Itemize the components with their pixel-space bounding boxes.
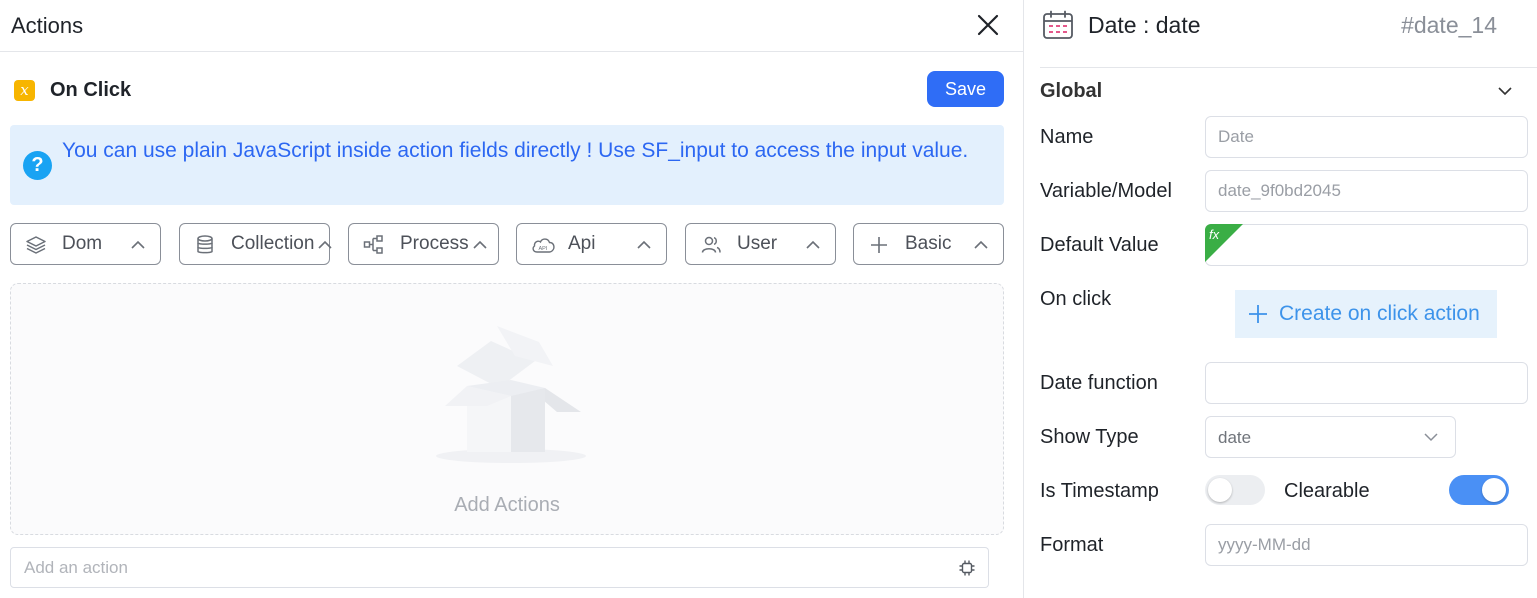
format-label: Format [1040,534,1104,556]
chevron-up-icon [318,240,332,249]
is-timestamp-label: Is Timestamp [1040,480,1159,502]
default-value-label: Default Value [1040,234,1159,256]
header-divider [1040,67,1537,68]
empty-box-icon [436,326,586,463]
tip-text: You can use plain JavaScript inside acti… [62,139,969,162]
close-icon[interactable] [975,12,1001,38]
tab-user[interactable]: User [685,223,836,265]
create-on-click-label: Create on click action [1279,302,1480,325]
save-button[interactable]: Save [927,71,1004,107]
show-type-select[interactable]: date [1205,416,1456,458]
cloud-api-icon: API [532,238,555,253]
chevron-up-icon [806,240,820,249]
toggle-knob [1482,478,1506,502]
toggle-knob [1208,478,1232,502]
name-input[interactable] [1205,116,1528,158]
component-id: #date_14 [1401,12,1497,38]
action-category-tabs: Dom Collection Process API Api User Basi… [10,223,1004,265]
date-function-input[interactable] [1205,362,1528,404]
chevron-up-icon [974,240,988,249]
create-on-click-button[interactable]: Create on click action [1235,290,1497,338]
show-type-value: date [1218,428,1252,447]
chip-icon [959,560,975,576]
chevron-up-icon [473,240,487,249]
clearable-toggle[interactable] [1449,475,1509,505]
properties-panel: Date : date #date_14 Global Name Variabl… [1024,0,1537,598]
actions-drop-zone[interactable]: Add Actions [10,283,1004,535]
actions-header: Actions [0,0,1023,52]
tab-api[interactable]: API Api [516,223,667,265]
panel-title: Actions [11,13,84,38]
chevron-down-icon [1424,433,1438,442]
variable-x-icon: x [14,79,35,101]
is-timestamp-toggle[interactable] [1205,475,1265,505]
info-tip: ? You can use plain JavaScript inside ac… [10,125,1004,205]
chip-button[interactable] [947,547,989,588]
format-input[interactable] [1205,524,1528,566]
chevron-down-icon[interactable] [1496,84,1514,98]
tab-label: Process [400,233,469,254]
layers-icon [26,236,46,254]
plus-icon [1249,305,1267,323]
variable-label: Variable/Model [1040,180,1172,202]
tab-basic[interactable]: Basic [853,223,1004,265]
tab-label: User [737,233,778,254]
section-title: Global [1040,80,1103,102]
tab-label: Api [568,233,596,254]
tab-collection[interactable]: Collection [179,223,332,265]
show-type-label: Show Type [1040,426,1139,448]
clearable-label: Clearable [1284,480,1370,502]
flow-icon [363,235,383,254]
date-function-label: Date function [1040,372,1158,394]
chevron-up-icon [131,240,145,249]
event-row: x On Click [14,78,131,102]
chevron-up-icon [637,240,651,249]
default-value-input[interactable] [1205,224,1528,266]
tab-process[interactable]: Process [348,223,499,265]
on-click-label: On click [1040,288,1112,310]
tab-label: Dom [62,233,103,254]
calendar-icon [1043,10,1073,39]
name-label: Name [1040,126,1094,148]
svg-text:API: API [539,246,548,252]
database-icon [197,235,213,254]
actions-panel: Actions x On Click Save ? You can use pl… [0,0,1023,598]
empty-label: Add Actions [454,494,560,516]
variable-input[interactable] [1205,170,1528,212]
component-title: Date : date [1088,12,1201,38]
add-action-input[interactable] [10,547,948,588]
plus-icon [871,237,887,253]
tab-label: Collection [231,233,315,254]
question-icon: ? [23,151,52,180]
tab-label: Basic [905,233,952,254]
event-label: On Click [50,78,132,101]
users-icon [701,236,721,253]
tab-dom[interactable]: Dom [10,223,161,265]
